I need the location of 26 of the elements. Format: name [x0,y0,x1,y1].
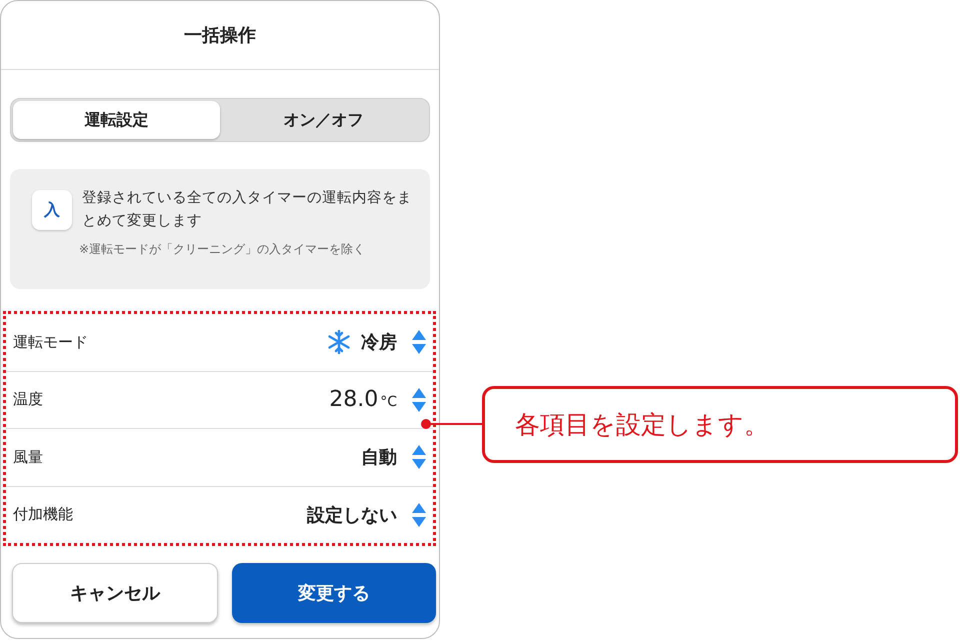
setting-row[interactable]: 風量 自動 [6,429,433,486]
temperature-value: 28.0 [329,387,378,412]
setting-value: 自動 [361,446,397,470]
setting-value: 設定しない [307,504,397,527]
setting-label: 運転モード [13,332,89,352]
tab[interactable]: 運転設定 [13,101,220,139]
dialog-title: 一括操作 [184,24,256,47]
stepper-icon[interactable] [411,386,427,413]
callout-text: 各項目を設定します。 [515,409,769,441]
cancel-button[interactable]: キャンセル [12,563,218,623]
setting-row[interactable]: 付加機能 設定しない [6,486,433,543]
stepper-icon[interactable] [411,502,427,528]
tab[interactable]: オン／オフ [220,101,427,139]
timer-badge: 入 [32,190,72,230]
setting-label: 付加機能 [13,505,74,524]
unit-label: °C [380,394,397,410]
confirm-button[interactable]: 変更する [232,563,436,623]
note-text: ※運転モードが「クリーニング」の入タイマーを除く [78,241,366,258]
stepper-icon[interactable] [411,444,427,470]
setting-label: 温度 [13,390,44,410]
snowflake-icon [327,330,351,354]
setting-row[interactable]: 運転モード 冷房 [6,314,433,372]
setting-label: 風量 [13,448,44,467]
info-text: 登録されている全ての入タイマーの運転内容をまとめて変更します [82,188,412,231]
stepper-icon[interactable] [411,329,427,356]
setting-value: 冷房 [361,331,397,354]
